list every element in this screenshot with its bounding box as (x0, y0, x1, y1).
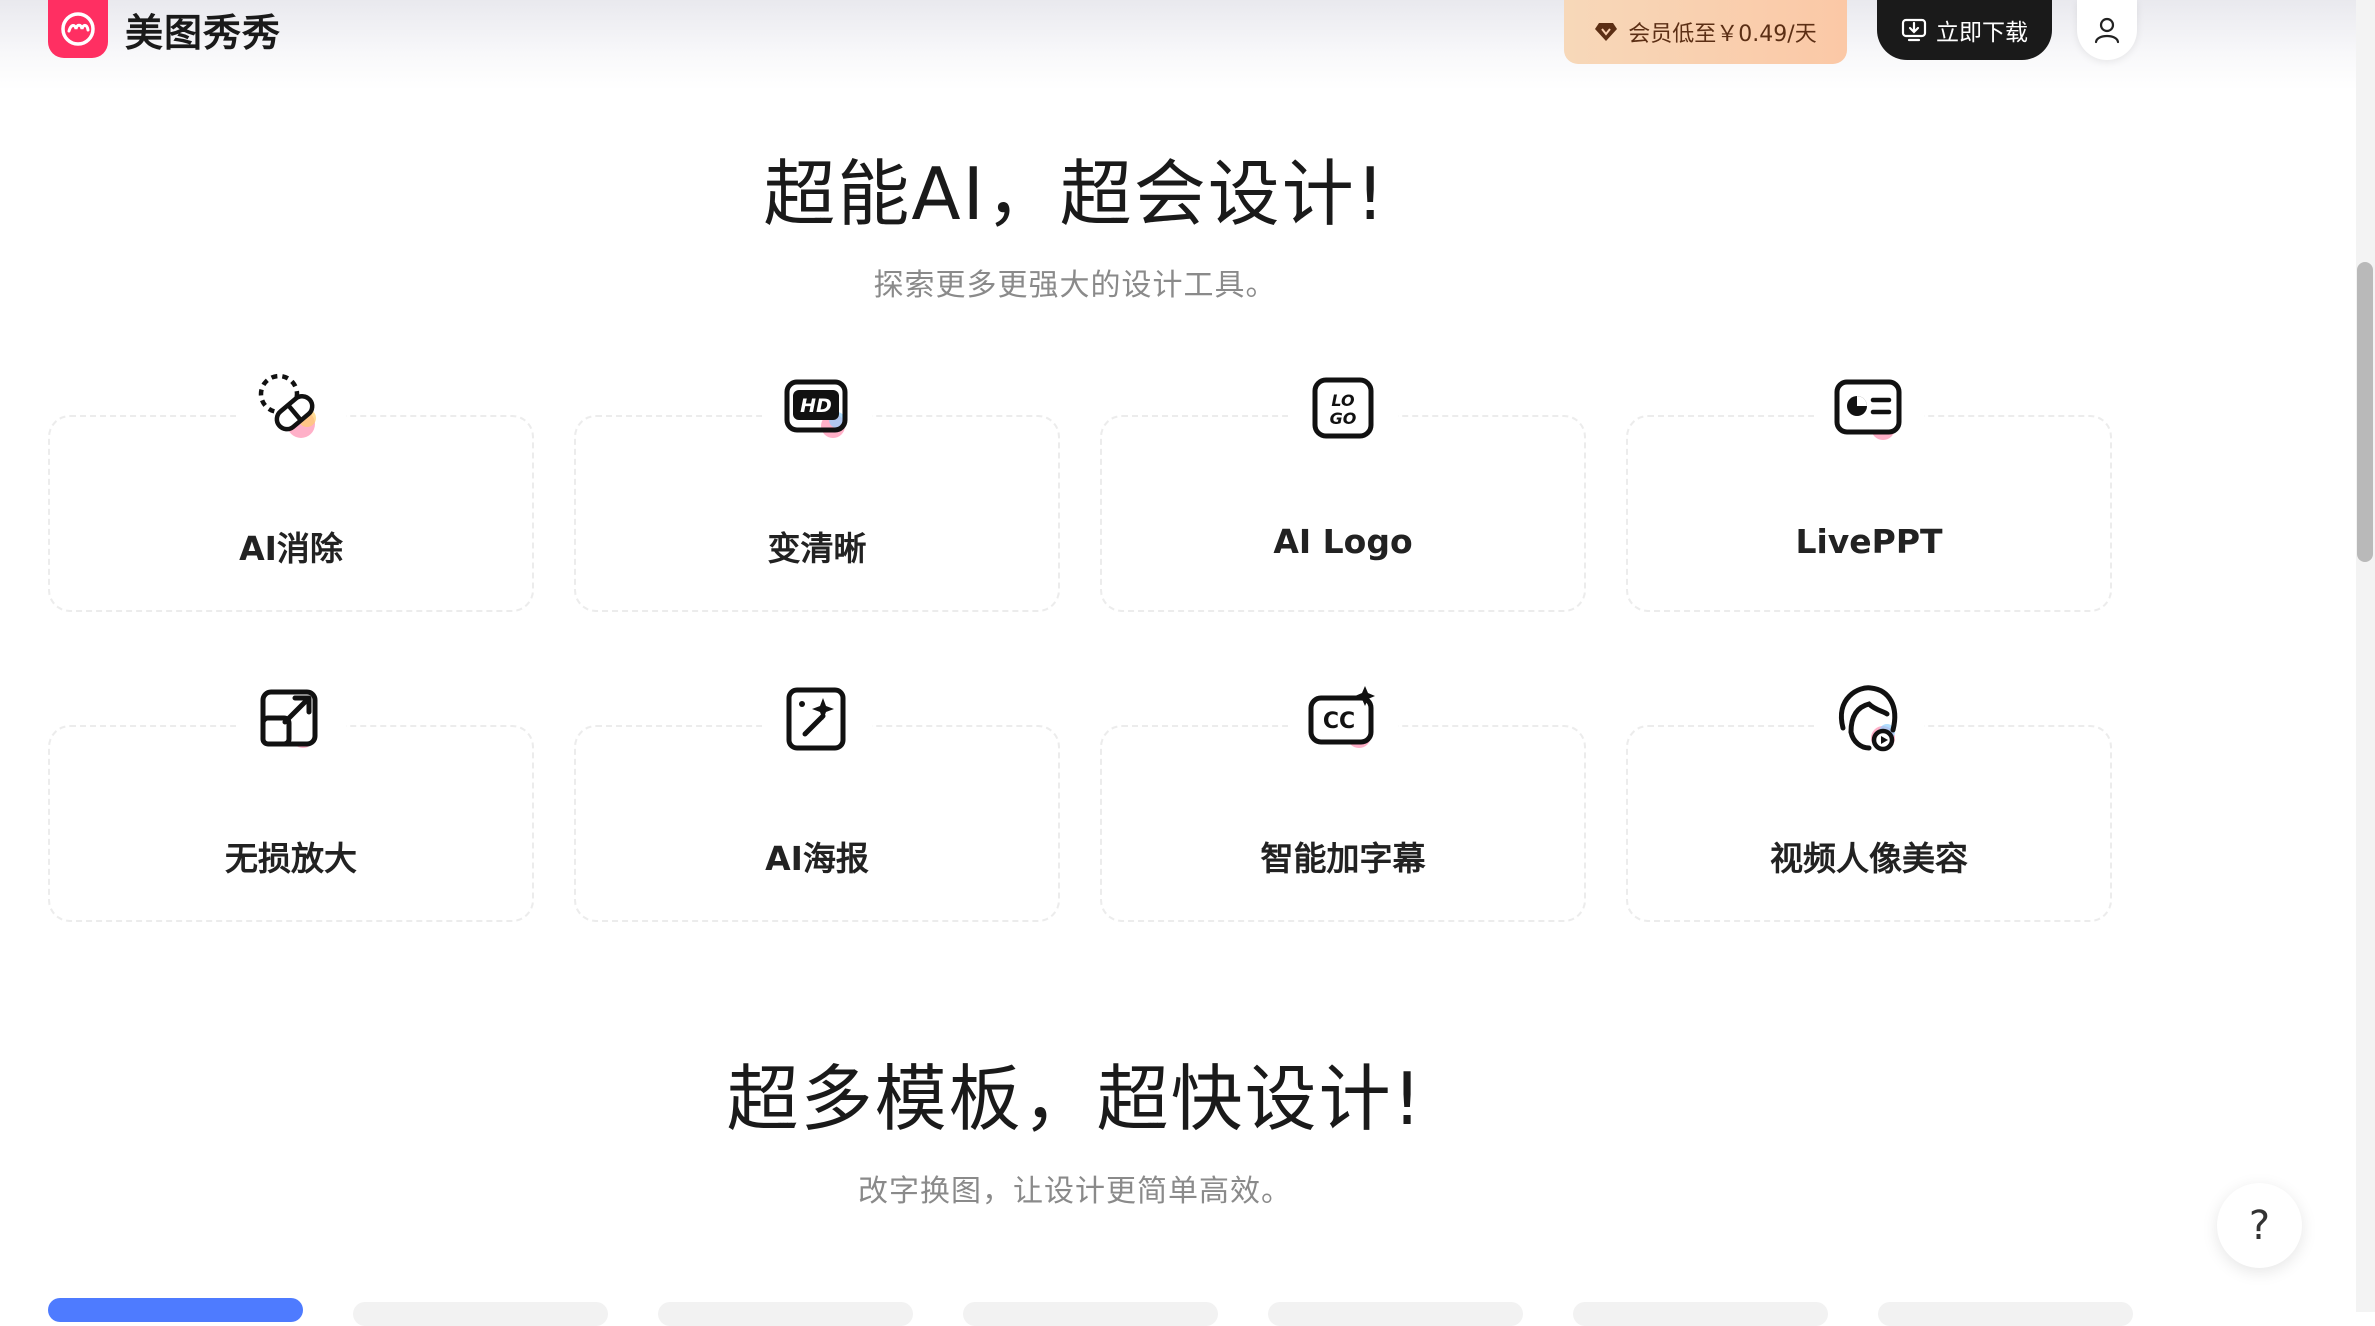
templates-section-subtitle: 改字换图，让设计更简单高效。 (858, 1174, 1292, 1209)
tool-card-smart-caption[interactable]: CC 智能加字幕 (1100, 665, 1586, 922)
diamond-icon (1594, 21, 1618, 43)
tools-grid: AI消除 HD 变清晰 LO GO AI Logo LivePPT 无损放大 A… (48, 355, 2133, 930)
tool-label: 变清晰 (767, 529, 867, 568)
brand-name: 美图秀秀 (125, 10, 282, 55)
upscale-icon (236, 665, 346, 775)
caption-icon: CC (1288, 665, 1398, 775)
eraser-icon (236, 355, 346, 465)
template-tab[interactable] (658, 1302, 913, 1326)
poster-icon (762, 665, 872, 775)
tool-card-ai-poster[interactable]: AI海报 (574, 665, 1060, 922)
scrollbar-thumb[interactable] (2357, 262, 2373, 562)
ppt-icon (1814, 355, 1924, 465)
vip-promo-label: 会员低至￥0.49/天 (1628, 22, 1817, 47)
template-tab[interactable] (1878, 1302, 2133, 1326)
svg-text:LO: LO (1331, 391, 1355, 410)
user-avatar-button[interactable] (2077, 0, 2137, 60)
tool-label: 智能加字幕 (1260, 839, 1426, 878)
tool-card-ai-logo[interactable]: LO GO AI Logo (1100, 355, 1586, 612)
svg-text:CC: CC (1323, 709, 1355, 734)
hd-icon: HD (762, 355, 872, 465)
tool-card-upscale[interactable]: 无损放大 (48, 665, 534, 922)
tool-label: AI海报 (765, 839, 869, 878)
tool-card-portrait-beauty[interactable]: 视频人像美容 (1626, 665, 2112, 922)
portrait-beauty-icon (1814, 665, 1924, 775)
download-button[interactable]: 立即下载 (1877, 0, 2052, 60)
tool-label: AI Logo (1273, 522, 1413, 561)
ai-section-title: 超能AI，超会设计! (763, 152, 1387, 236)
template-tab[interactable] (353, 1302, 608, 1326)
template-tab-active[interactable] (48, 1298, 303, 1322)
brand-logo[interactable]: 美图秀秀 (48, 0, 281, 58)
template-tab[interactable] (1268, 1302, 1523, 1326)
templates-section-title: 超多模板，超快设计! (726, 1057, 1424, 1141)
svg-text:HD: HD (800, 395, 832, 417)
ai-section-subtitle: 探索更多更强大的设计工具。 (873, 268, 1277, 303)
scrollbar-track[interactable] (2356, 0, 2375, 1312)
meitu-logo-icon (48, 0, 108, 58)
template-tab[interactable] (1573, 1302, 1828, 1326)
template-category-tabs (48, 1298, 2133, 1326)
tool-card-liveppt[interactable]: LivePPT (1626, 355, 2112, 612)
download-icon (1901, 17, 1927, 43)
tool-card-enhance[interactable]: HD 变清晰 (574, 355, 1060, 612)
tool-label: 无损放大 (225, 839, 357, 878)
logo-icon: LO GO (1288, 355, 1398, 465)
help-button[interactable]: ? (2217, 1183, 2302, 1268)
tool-label: 视频人像美容 (1770, 839, 1968, 878)
vip-promo-button[interactable]: 会员低至￥0.49/天 (1564, 0, 1847, 64)
user-icon (2094, 17, 2120, 44)
tool-label: AI消除 (239, 529, 343, 568)
template-tab[interactable] (963, 1302, 1218, 1326)
download-label: 立即下载 (1936, 20, 2028, 46)
svg-text:GO: GO (1330, 409, 1357, 428)
tool-label: LivePPT (1795, 522, 1943, 561)
help-icon: ? (2248, 1202, 2271, 1249)
tool-card-ai-erase[interactable]: AI消除 (48, 355, 534, 612)
